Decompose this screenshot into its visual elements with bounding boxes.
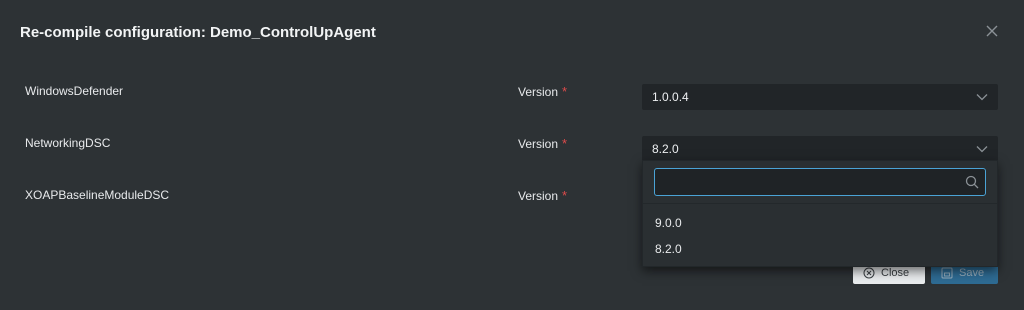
close-icon[interactable] <box>983 22 1001 40</box>
module-name-xoapbaselinemoduledsc: XOAPBaselineModuleDSC <box>25 188 170 202</box>
recompile-dialog: Re-compile configuration: Demo_ControlUp… <box>0 0 1024 310</box>
version-select-windowsdefender[interactable]: 1.0.0.4 <box>642 84 998 110</box>
version-label: Version * <box>518 188 568 203</box>
dropdown-search <box>654 168 986 197</box>
dialog-title: Re-compile configuration: Demo_ControlUp… <box>20 24 376 41</box>
select-value: 8.2.0 <box>652 142 679 156</box>
required-marker: * <box>562 136 568 151</box>
module-name-networkingdsc: NetworkingDSC <box>25 136 111 150</box>
close-button-label: Close <box>881 266 910 279</box>
select-value: 1.0.0.4 <box>652 90 689 104</box>
dropdown-search-input[interactable] <box>661 169 965 197</box>
version-dropdown-menu: 9.0.0 8.2.0 <box>642 160 998 267</box>
version-select-networkingdsc[interactable]: 8.2.0 <box>642 136 998 162</box>
chevron-down-icon <box>976 94 988 101</box>
version-label: Version * <box>518 84 568 99</box>
dropdown-divider <box>643 203 997 204</box>
version-label: Version * <box>518 136 568 151</box>
circle-x-icon <box>863 267 875 278</box>
dropdown-option[interactable]: 8.2.0 <box>655 242 682 256</box>
dropdown-option[interactable]: 9.0.0 <box>655 216 682 230</box>
required-marker: * <box>562 188 568 203</box>
chevron-down-icon <box>976 146 988 153</box>
save-button-label: Save <box>959 266 985 279</box>
module-name-windowsdefender: WindowsDefender <box>25 84 124 98</box>
required-marker: * <box>562 84 568 99</box>
search-icon <box>965 175 979 189</box>
save-icon <box>941 267 953 278</box>
